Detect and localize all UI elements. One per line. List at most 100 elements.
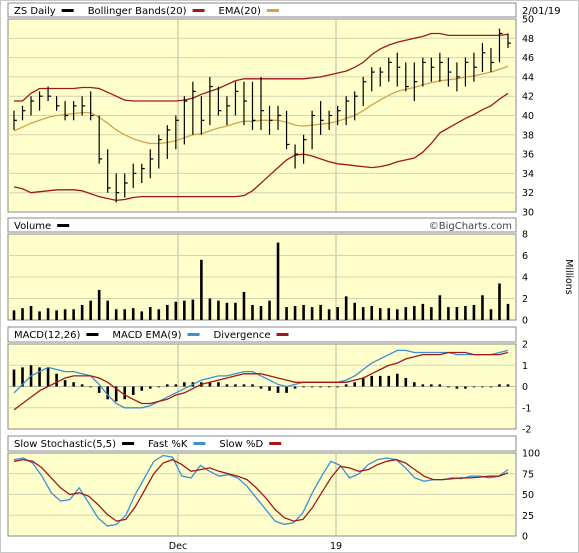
divergence-bar [327, 386, 331, 388]
divergence-bar [174, 384, 178, 387]
divergence-bar [387, 375, 391, 387]
volume-bar [506, 303, 510, 320]
volume-bar [225, 302, 229, 320]
volume-bar [395, 309, 399, 320]
divergence-bar [464, 386, 467, 389]
divergence-bar [430, 384, 433, 387]
y-tick-label: 1 [522, 361, 528, 372]
y-tick-label: -1 [522, 403, 531, 414]
volume-bar [302, 304, 305, 320]
divergence-bar [310, 386, 314, 388]
divergence-bar [293, 386, 297, 389]
volume-bar [217, 300, 220, 320]
volume-axis-label: Millions [563, 259, 574, 295]
volume-bar [413, 306, 416, 320]
x-tick-label: 19 [330, 541, 342, 552]
volume-bar [63, 309, 67, 320]
volume-bar [242, 292, 246, 320]
volume-bar [387, 308, 391, 320]
volume-bar [157, 309, 161, 320]
volume-bar [430, 307, 433, 320]
divergence-bar [55, 373, 58, 387]
divergence-bar [183, 382, 186, 387]
volume-bar [259, 306, 263, 320]
divergence-bar [268, 386, 271, 391]
y-tick-label: 30 [522, 208, 534, 219]
volume-bar [438, 295, 442, 320]
volume-bar [234, 302, 237, 320]
divergence-bar [148, 386, 152, 389]
legend-label: Slow %D [219, 439, 263, 450]
legend-label: Volume [14, 221, 51, 232]
y-tick-label: 100 [522, 449, 540, 460]
volume-bar [404, 307, 408, 320]
divergence-bar [259, 386, 263, 389]
x-tick-label: Dec [169, 541, 187, 552]
divergence-bar [242, 384, 246, 387]
panel-header [7, 2, 517, 18]
y-tick-label: 48 [522, 34, 534, 45]
divergence-bar [489, 386, 493, 388]
volume-bar [472, 304, 476, 320]
volume-bar [276, 242, 280, 320]
divergence-bar [276, 386, 280, 393]
legend-swatch [269, 442, 282, 445]
volume-bar [140, 311, 144, 320]
y-tick-label: 4 [522, 273, 528, 284]
volume-bar [378, 308, 382, 320]
legend-swatch [187, 333, 200, 336]
y-tick-label: 42 [522, 92, 534, 103]
divergence-bar [302, 386, 305, 388]
y-tick-label: 46 [522, 53, 534, 64]
divergence-bar [12, 369, 16, 387]
volume-bar [361, 307, 365, 320]
volume-bar [336, 307, 339, 320]
y-tick-label: 75 [522, 469, 534, 480]
legend-label: MACD(12,26) [14, 330, 81, 341]
volume-bar [29, 306, 33, 320]
y-tick-label: -2 [522, 425, 531, 436]
divergence-bar [123, 386, 127, 400]
y-tick-label: 38 [522, 130, 534, 141]
stock-chart: ZS Daily Bollinger Bands(20) EMA(20) 2/01/1… [0, 0, 579, 553]
volume-bar [208, 298, 212, 320]
divergence-bar [38, 367, 41, 387]
divergence-bar [72, 382, 75, 387]
volume-bar [148, 307, 152, 320]
volume-bar [310, 307, 314, 320]
divergence-bar [421, 384, 425, 387]
volume-bar [464, 306, 467, 320]
volume-bar [166, 304, 169, 320]
legend-label: ZS Daily [14, 6, 56, 17]
divergence-bar [447, 386, 450, 388]
legend-swatch [61, 9, 74, 12]
divergence-bar [234, 384, 237, 387]
volume-bar [106, 300, 109, 320]
volume-bar [421, 303, 425, 320]
volume-bar [89, 300, 92, 320]
legend-swatch [193, 442, 206, 445]
legend-label: Divergence [214, 330, 271, 341]
y-tick-label: 2 [522, 340, 528, 351]
divergence-bar [251, 384, 254, 387]
volume-bar [344, 296, 348, 320]
divergence-bar [63, 380, 67, 387]
volume-bar [123, 309, 127, 320]
legend-label: MACD EMA(9) [112, 330, 181, 341]
legend-label: Slow Stochastic(5,5) [14, 439, 116, 450]
volume-bar [498, 283, 501, 320]
volume-bar [131, 308, 135, 320]
volume-bar [12, 310, 16, 320]
divergence-bar [353, 382, 356, 387]
divergence-bar [80, 384, 84, 387]
volume-bar [353, 302, 356, 320]
volume-bar [72, 309, 75, 320]
y-tick-label: 36 [522, 150, 534, 161]
y-tick-label: 6 [522, 251, 528, 262]
divergence-bar [140, 386, 144, 391]
divergence-bar [472, 386, 476, 388]
volume-bar [447, 307, 450, 320]
divergence-bar [336, 386, 339, 388]
volume-bar [251, 304, 254, 320]
volume-bar [319, 304, 322, 320]
